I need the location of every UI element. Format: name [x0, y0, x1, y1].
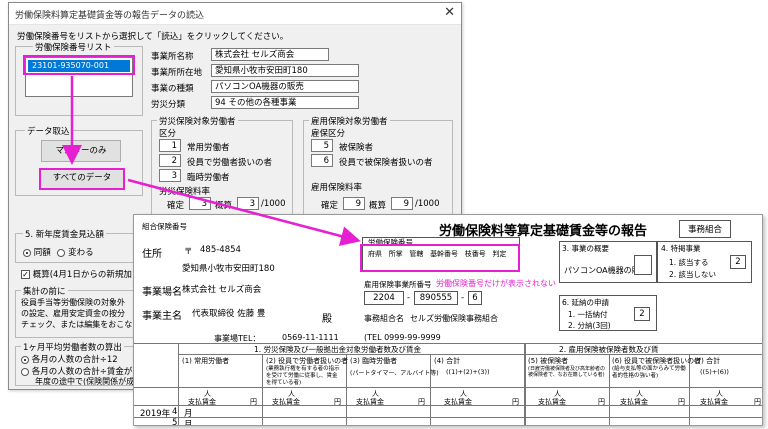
annotation-arrows: [62, 76, 361, 246]
arrow-to-report: [127, 178, 361, 246]
